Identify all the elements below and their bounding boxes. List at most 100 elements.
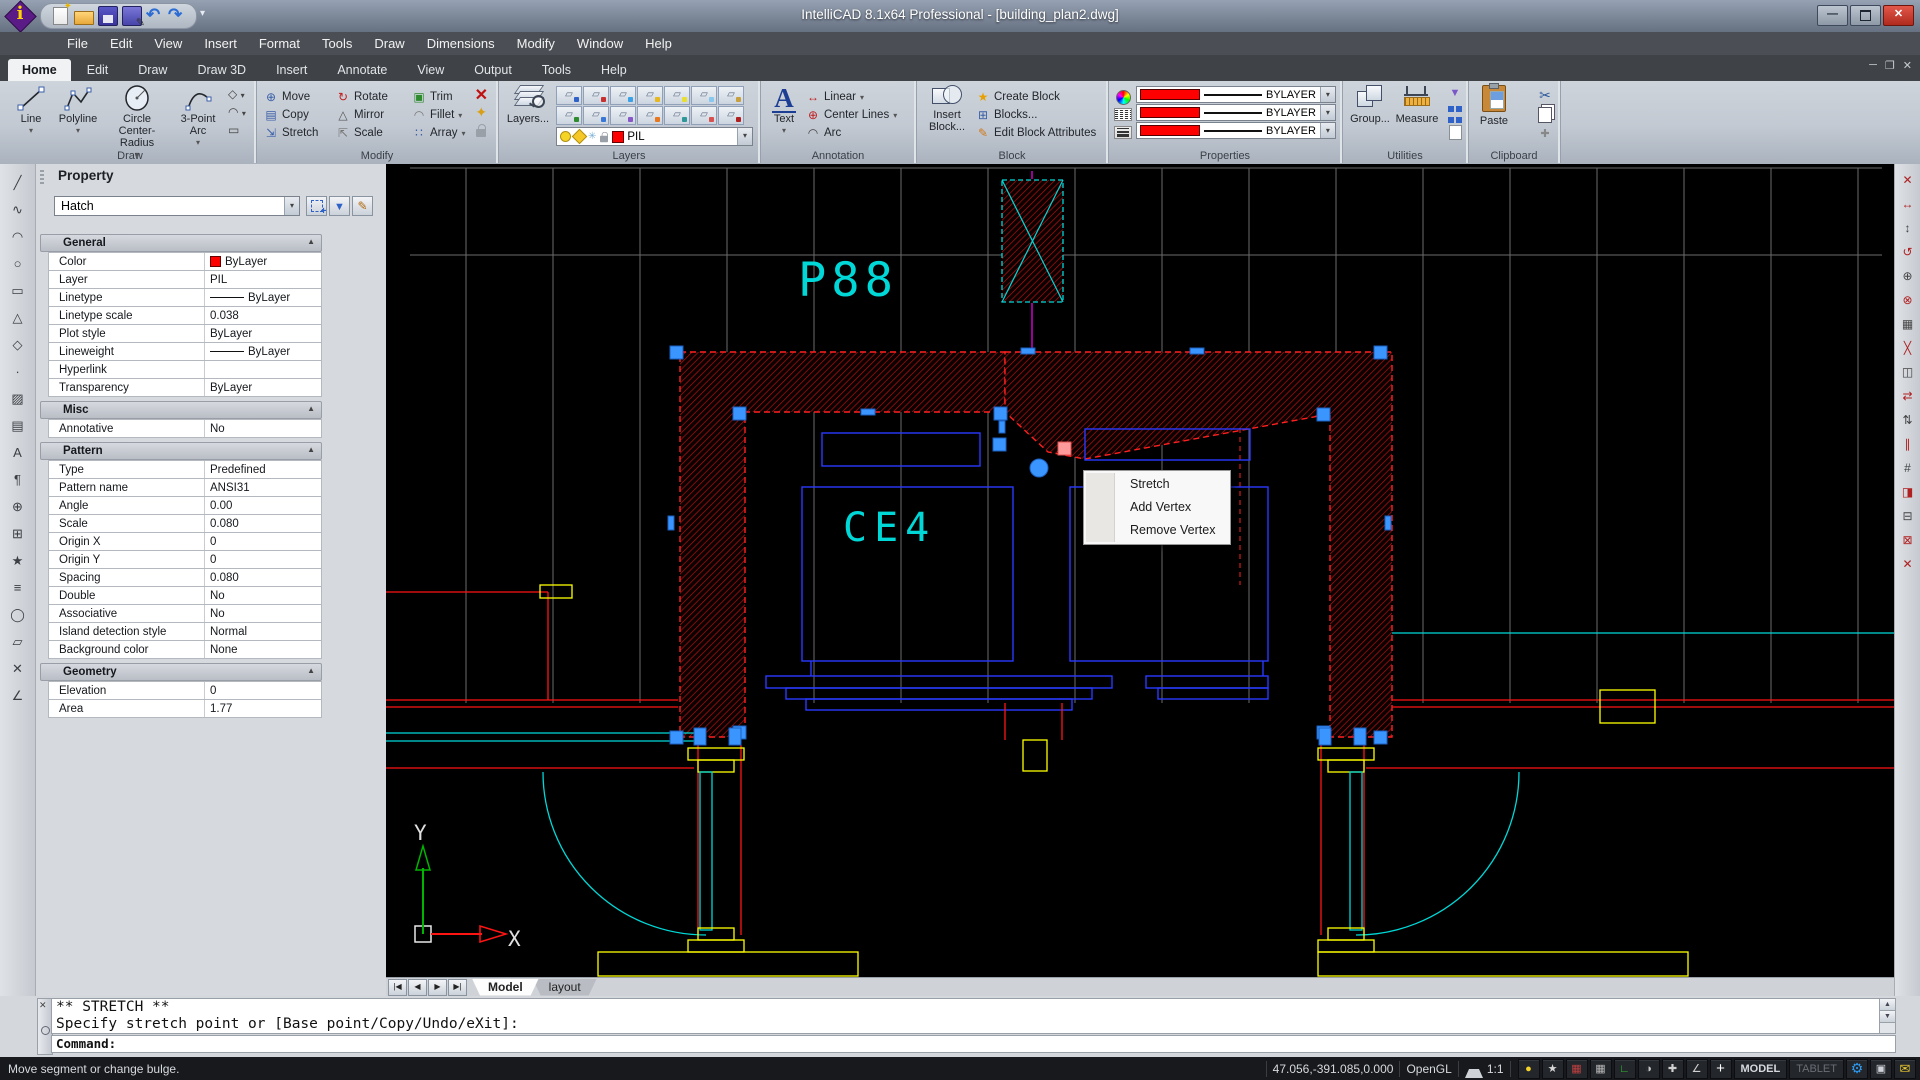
prev-sheet-button[interactable]: ◀ <box>408 979 427 996</box>
esnap-icon[interactable]: ✚ <box>1662 1059 1684 1079</box>
collapse-arrow-icon[interactable]: ▲ <box>307 666 315 675</box>
insert-block-button[interactable]: Insert Block... <box>924 85 970 133</box>
split-icon[interactable]: ◫ <box>1898 362 1918 382</box>
angle-icon[interactable]: ∠ <box>1686 1059 1708 1079</box>
rectangle-mini-button[interactable]: ▭ <box>228 123 246 141</box>
property-row[interactable]: Background color None ▲ <box>48 641 322 659</box>
paragraph-text-icon[interactable]: ¶ <box>5 467 31 493</box>
property-row[interactable]: Layer PIL ▲ <box>48 271 322 289</box>
copy-icon[interactable] <box>1538 107 1552 123</box>
array-grid-icon[interactable] <box>1448 106 1462 125</box>
edit-selection-button[interactable]: ✎ <box>352 196 373 216</box>
mdi-close-icon[interactable]: ✕ <box>1903 59 1912 72</box>
x-box-icon[interactable]: ⊠ <box>1898 530 1918 550</box>
dropdown-arrow-icon[interactable]: ▾ <box>737 128 752 145</box>
menu-file[interactable]: File <box>56 32 99 55</box>
cut-scissors-icon[interactable]: ✂ <box>1539 87 1551 107</box>
menu-insert[interactable]: Insert <box>193 32 248 55</box>
maximize-button[interactable] <box>1850 5 1881 26</box>
center-lines-button[interactable]: ⊕ Center Lines ▾ <box>806 106 897 124</box>
point-tool-icon[interactable]: ∙ <box>5 359 31 385</box>
hatch-tool-icon[interactable]: ▨ <box>5 386 31 412</box>
rhombus-tool-icon[interactable]: ◇ <box>5 332 31 358</box>
linear-dimension-button[interactable]: ↔ Linear ▾ <box>806 88 897 106</box>
rectangle-tool-icon[interactable]: ▭ <box>5 278 31 304</box>
copy-button[interactable]: ▤ Copy ▾ <box>264 106 336 124</box>
menu-format[interactable]: Format <box>248 32 311 55</box>
mdi-minimize-icon[interactable]: ─ <box>1869 59 1877 72</box>
line-button[interactable]: Line▾ <box>12 85 50 137</box>
collapse-arrow-icon[interactable]: ▲ <box>307 237 315 246</box>
tab-insert[interactable]: Insert <box>262 59 321 81</box>
layer-properties-icon[interactable]: ▱ <box>556 86 582 105</box>
tab-home[interactable]: Home <box>8 59 71 81</box>
measure-button[interactable]: Measure <box>1394 85 1440 125</box>
circle-x-icon[interactable]: ⊗ <box>1898 290 1918 310</box>
model-space-toggle[interactable]: MODEL <box>1734 1059 1788 1079</box>
lock-layer-icon[interactable]: ▱ <box>637 86 663 105</box>
minus-box-icon[interactable]: ⊟ <box>1898 506 1918 526</box>
move-h-icon[interactable]: ↔ <box>1898 194 1918 214</box>
mirror-button[interactable]: △ Mirror ▾ <box>336 106 412 124</box>
arc-dimension-button[interactable]: ◠ Arc ▾ <box>806 124 897 142</box>
command-scrollbar[interactable]: ▲▼ <box>1879 998 1896 1034</box>
region-tool-icon[interactable]: ▤ <box>5 413 31 439</box>
property-row[interactable]: Misc ▲ <box>40 401 322 419</box>
dropdown-arrow-icon[interactable]: ▾ <box>1320 87 1335 102</box>
unisolate-layer-icon[interactable]: ▱ <box>610 106 636 125</box>
menu-dimensions[interactable]: Dimensions <box>416 32 506 55</box>
property-row[interactable]: Origin X 0 ▲ <box>48 533 322 551</box>
tab-model[interactable]: Model <box>472 979 539 996</box>
circle-plus-icon[interactable]: ⊕ <box>1898 266 1918 286</box>
array-button[interactable]: ∷ Array ▾ <box>412 124 478 142</box>
property-row[interactable]: Associative No ▲ <box>48 605 322 623</box>
minimize-button[interactable]: — <box>1817 5 1848 26</box>
ortho-icon[interactable]: ∟ <box>1614 1059 1636 1079</box>
linetype-icon[interactable] <box>1114 108 1132 121</box>
lineweight-combo[interactable]: BYLAYER ▾ <box>1136 122 1336 139</box>
property-row[interactable]: Origin Y 0 ▲ <box>48 551 322 569</box>
entity-type-select[interactable]: Hatch ▾ <box>54 196 300 216</box>
polar-icon[interactable]: ◑ <box>1638 1059 1660 1079</box>
angle-tool-icon[interactable]: ∠ <box>5 683 31 709</box>
selected-hatch-walls[interactable] <box>680 352 1392 737</box>
next-sheet-button[interactable]: ▶ <box>428 979 447 996</box>
rotate-ccw-icon[interactable]: ↺ <box>1898 242 1918 262</box>
select-add-button[interactable] <box>306 196 327 216</box>
swap-h-icon[interactable]: ⇄ <box>1898 386 1918 406</box>
layer-select[interactable]: ✳ PIL ▾ <box>556 127 753 146</box>
grid-icon[interactable]: ▦ <box>1898 314 1918 334</box>
property-row[interactable]: Angle 0.00 ▲ <box>48 497 322 515</box>
panel-grip[interactable] <box>40 170 44 184</box>
polygon-mini-button[interactable]: ◇ ▾ <box>228 87 246 105</box>
delete-icon[interactable]: ✕ <box>1898 554 1918 574</box>
collapse-arrow-icon[interactable]: ▲ <box>307 404 315 413</box>
property-row[interactable]: Transparency ByLayer ▲ <box>48 379 322 397</box>
snap-grid-icon[interactable]: ▦ <box>1566 1059 1588 1079</box>
property-row[interactable]: Double No ▲ <box>48 587 322 605</box>
menu-edit[interactable]: Edit <box>99 32 143 55</box>
menu-modify[interactable]: Modify <box>506 32 566 55</box>
erase-tool-icon[interactable]: ✕ <box>5 656 31 682</box>
lightbulb-icon[interactable]: ● <box>1518 1059 1540 1079</box>
property-row[interactable]: Area 1.77 ▲ <box>48 700 322 718</box>
color-combo[interactable]: BYLAYER ▾ <box>1136 86 1336 103</box>
last-sheet-button[interactable]: ▶| <box>448 979 467 996</box>
command-pin-icon[interactable] <box>41 1026 50 1035</box>
arc-tool-icon[interactable]: ◠ <box>5 224 31 250</box>
tab-draw[interactable]: Draw <box>124 59 181 81</box>
explode-wand-icon[interactable]: ✦ <box>475 104 487 123</box>
fillet-button[interactable]: ◠ Fillet ▾ <box>412 106 478 124</box>
mail-icon[interactable]: ✉ <box>1894 1059 1916 1079</box>
property-row[interactable]: Geometry ▲ <box>40 663 322 681</box>
lineweight-icon[interactable] <box>1114 126 1132 139</box>
ellipse-tool-icon[interactable]: ◯ <box>5 602 31 628</box>
property-row[interactable]: Island detection style Normal ▲ <box>48 623 322 641</box>
dropdown-arrow-icon[interactable]: ▾ <box>284 197 299 215</box>
paste-button[interactable]: Paste <box>1476 85 1512 127</box>
erase-button[interactable]: ✕ <box>475 85 488 104</box>
face-tool-icon[interactable]: ▱ <box>5 629 31 655</box>
rotate-button[interactable]: ↻ Rotate ▾ <box>336 88 412 106</box>
hot-grip[interactable] <box>1058 442 1071 455</box>
tab-annotate[interactable]: Annotate <box>323 59 401 81</box>
